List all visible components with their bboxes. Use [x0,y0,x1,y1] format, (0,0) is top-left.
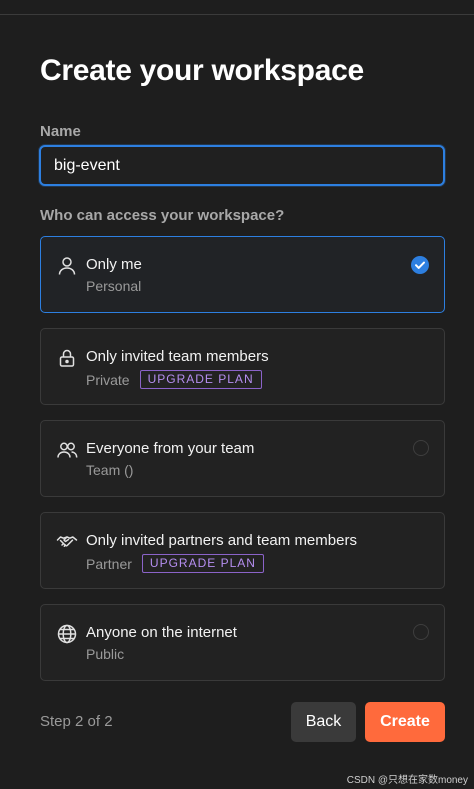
option-subtitle-text: Personal [86,278,142,294]
check-icon [411,256,429,274]
upgrade-plan-badge[interactable]: UPGRADE PLAN [139,370,262,389]
access-option-team[interactable]: Everyone from your team Team () [40,420,445,497]
upgrade-plan-badge[interactable]: UPGRADE PLAN [141,554,264,573]
top-divider [0,14,474,15]
option-subtitle: Public [86,646,124,662]
option-subtitle-text: Private [86,371,130,388]
page-title: Create your workspace [40,54,364,87]
radio-button[interactable] [413,624,429,640]
option-title: Anyone on the internet [86,624,237,641]
option-subtitle-text: Public [86,646,125,662]
option-subtitle-text: Partner [86,555,132,572]
option-subtitle: Personal [86,278,141,294]
step-indicator: Step 2 of 2 [40,713,113,730]
access-option-partners[interactable]: Only invited partners and team members P… [40,512,445,589]
back-button[interactable]: Back [291,702,356,742]
watermark: CSDN @只想在家数money [346,775,468,786]
name-input[interactable] [39,145,445,186]
option-title: Only invited partners and team members [86,532,357,549]
create-button[interactable]: Create [365,702,445,742]
option-subtitle: Private UPGRADE PLAN [86,370,262,389]
option-title: Only me [86,256,142,273]
option-title: Only invited team members [86,348,269,365]
access-label: Who can access your workspace? [40,207,285,224]
option-subtitle-text: Team () [86,462,134,478]
access-option-invited-team[interactable]: Only invited team members Private UPGRAD… [40,328,445,405]
name-label: Name [40,123,81,140]
option-subtitle: Partner UPGRADE PLAN [86,554,264,573]
team-icon [56,439,78,461]
option-subtitle: Team () [86,462,133,478]
access-option-only-me[interactable]: Only me Personal [40,236,445,313]
radio-button[interactable] [413,440,429,456]
handshake-icon [56,531,78,553]
globe-icon [56,623,78,645]
access-option-public[interactable]: Anyone on the internet Public [40,604,445,681]
option-title: Everyone from your team [86,440,255,457]
lock-icon [56,347,78,369]
person-icon [56,255,78,277]
